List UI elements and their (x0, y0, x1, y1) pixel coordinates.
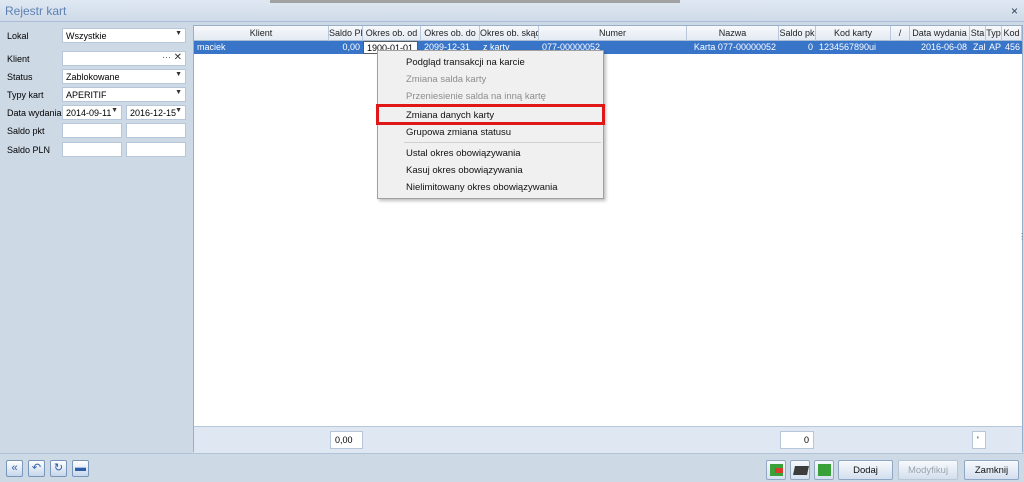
undo-icon[interactable]: ↶ (28, 460, 45, 477)
data-wydania-from-value: 2014-09-11 (66, 108, 112, 118)
total-saldo-pkt: 0 (780, 431, 814, 449)
lokal-value: Wszystkie (66, 31, 107, 41)
column-header[interactable]: Typ (986, 26, 1002, 41)
cell-kod[interactable]: 456 (1002, 41, 1022, 54)
column-header[interactable]: Sta (970, 26, 986, 41)
filter-klient-label: Klient (7, 54, 30, 64)
chevron-down-icon[interactable]: ▼ (175, 89, 182, 96)
menu-separator (404, 142, 601, 143)
bottom-toolbar: « ↶ ↻ ▬ Dodaj Modyfikuj Zamknij (0, 453, 1024, 482)
cards-grid[interactable]: Klient Saldo Pl Okres ob. od Okres ob. d… (193, 25, 1023, 453)
chevron-down-icon[interactable]: ▼ (175, 71, 182, 78)
filter-status-label: Status (7, 72, 33, 82)
chevron-down-icon[interactable]: ▼ (175, 30, 182, 37)
add-card-icon[interactable] (814, 460, 834, 480)
data-wydania-from[interactable]: 2014-09-11 ▼ (62, 105, 122, 120)
status-value: Zablokowane (66, 72, 120, 82)
highlight-box (376, 104, 605, 125)
filter-saldo-pln-label: Saldo PLN (7, 145, 51, 155)
filter-saldo-pkt-label: Saldo pkt (7, 126, 45, 136)
close-icon[interactable]: × (1011, 4, 1018, 18)
cell-kod-karty[interactable]: 1234567890ui (816, 41, 910, 54)
column-header[interactable]: Okres ob. do (421, 26, 480, 41)
status-select[interactable]: Zablokowane ▼ (62, 69, 186, 84)
cell-typ[interactable]: AP (986, 41, 1002, 54)
cell-saldo-pln[interactable]: 0,00 (329, 41, 363, 54)
filter-status: Status Zablokowane ▼ (4, 69, 190, 85)
chevron-down-icon[interactable]: ▼ (175, 107, 182, 114)
typy-kart-value: APERITIF (66, 90, 107, 100)
clear-icon[interactable]: ✕ (174, 52, 182, 63)
chevron-down-icon[interactable]: ▼ (111, 107, 118, 114)
menu-item-ustal-okres[interactable]: Ustal okres obowiązywania (378, 145, 603, 162)
filter-typy-kart-label: Typy kart (7, 90, 44, 100)
column-header[interactable]: Klient (194, 26, 329, 41)
filter-lokal-label: Lokal (7, 31, 29, 41)
saldo-pln-to[interactable] (126, 142, 186, 157)
cell-klient[interactable]: maciek (194, 41, 329, 54)
filter-lokal: Lokal Wszystkie ▼ (4, 28, 190, 44)
column-header[interactable]: Kod (1002, 26, 1022, 41)
filter-saldo-pkt: Saldo pkt (4, 123, 190, 139)
title-bar: Rejestr kart × (0, 0, 1024, 22)
menu-item-przeniesienie[interactable]: Przeniesienie salda na inną kartę (378, 88, 603, 105)
menu-item-zmiana-salda[interactable]: Zmiana salda karty (378, 71, 603, 88)
export-icon[interactable] (766, 460, 786, 480)
filter-saldo-pln: Saldo PLN (4, 142, 190, 158)
column-header[interactable]: Saldo Pl (329, 26, 363, 41)
column-header[interactable]: Saldo pk (779, 26, 816, 41)
splitter-grip[interactable]: ⋮ (1018, 232, 1024, 241)
filter-data-wydania-label: Data wydania (7, 108, 62, 118)
column-header[interactable]: Kod karty (816, 26, 891, 41)
sort-icon[interactable]: / (891, 26, 910, 41)
cell-nazwa[interactable]: Karta 077-00000052 (687, 41, 779, 54)
dodaj-button[interactable]: Dodaj (838, 460, 893, 480)
cell-saldo-pkt[interactable]: 0 (779, 41, 816, 54)
ellipsis-icon[interactable]: ··· (162, 52, 171, 62)
column-header[interactable]: Okres ob. skąd (480, 26, 539, 41)
typy-kart-select[interactable]: APERITIF ▼ (62, 87, 186, 102)
back-icon[interactable]: « (6, 460, 23, 477)
print-icon[interactable]: ▬ (72, 460, 89, 477)
menu-item-grupowa-zmiana[interactable]: Grupowa zmiana statusu (378, 124, 603, 141)
grid-footer: 0,00 0 ' (194, 426, 1022, 453)
menu-item-nielimitowany[interactable]: Nielimitowany okres obowiązywania (378, 179, 603, 196)
total-last: ' (972, 431, 986, 449)
filters-panel: Lokal Wszystkie ▼ Klient ··· ✕ Status Za… (0, 22, 192, 452)
total-saldo-pln: 0,00 (330, 431, 363, 449)
data-wydania-to[interactable]: 2016-12-15 ▼ (126, 105, 186, 120)
top-line (270, 0, 680, 3)
cell-data-wydania[interactable]: 2016-06-08 (910, 41, 970, 54)
menu-item-podglad[interactable]: Podgląd transakcji na karcie (378, 54, 603, 71)
card-reader-icon[interactable] (790, 460, 810, 480)
cell-status[interactable]: Zal (970, 41, 986, 54)
klient-input[interactable]: ··· ✕ (62, 51, 186, 66)
modyfikuj-button[interactable]: Modyfikuj (898, 460, 958, 480)
filter-data-wydania: Data wydania 2014-09-11 ▼ 2016-12-15 ▼ (4, 105, 190, 121)
saldo-pln-from[interactable] (62, 142, 122, 157)
filter-klient: Klient ··· ✕ (4, 51, 190, 67)
column-header[interactable]: Okres ob. od (363, 26, 421, 41)
filter-typy-kart: Typy kart APERITIF ▼ (4, 87, 190, 103)
menu-item-kasuj-okres[interactable]: Kasuj okres obowiązywania (378, 162, 603, 179)
refresh-icon[interactable]: ↻ (50, 460, 67, 477)
window-title: Rejestr kart (5, 4, 67, 18)
column-header[interactable]: Numer (539, 26, 687, 41)
saldo-pkt-to[interactable] (126, 123, 186, 138)
grid-header: Klient Saldo Pl Okres ob. od Okres ob. d… (194, 26, 1022, 41)
saldo-pkt-from[interactable] (62, 123, 122, 138)
zamknij-button[interactable]: Zamknij (964, 460, 1019, 480)
column-header[interactable]: Data wydania (910, 26, 970, 41)
lokal-select[interactable]: Wszystkie ▼ (62, 28, 186, 43)
column-header[interactable]: Nazwa (687, 26, 779, 41)
table-row[interactable]: maciek 0,00 1900-01-01 2099-12-31 z kart… (194, 41, 1022, 54)
data-wydania-to-value: 2016-12-15 (130, 108, 177, 118)
